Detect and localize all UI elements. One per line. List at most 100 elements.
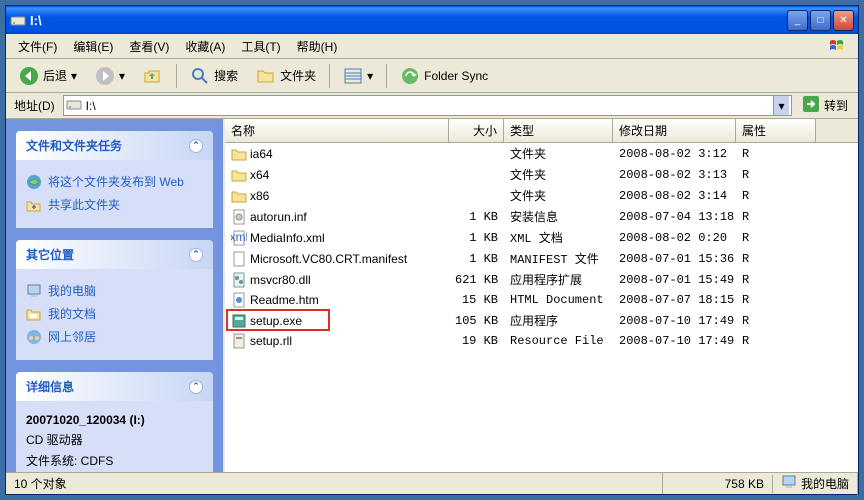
task-link[interactable]: 网上邻居 [26,325,203,348]
file-attr: R [736,167,816,183]
file-attr: R [736,313,816,329]
file-name: Microsoft.VC80.CRT.manifest [250,252,407,266]
network-icon [26,329,42,345]
back-label: 后退 [43,67,67,84]
file-attr: R [736,251,816,267]
foldersync-label: Folder Sync [424,69,488,83]
menu-file[interactable]: 文件(F) [10,36,65,57]
go-label: 转到 [824,97,848,114]
file-row[interactable]: msvcr80.dll621 KB应用程序扩展2008-07-01 15:49R [225,269,858,290]
file-row[interactable]: x64文件夹2008-08-02 3:13R [225,164,858,185]
separator [386,64,387,88]
up-icon [143,66,163,86]
task-link-text: 我的文档 [48,305,96,322]
file-attr: R [736,230,816,246]
docs-icon [26,306,42,322]
file-name: autorun.inf [250,210,307,224]
task-group-details: 详细信息 ⌃ 20071020_120034 (I:)CD 驱动器文件系统: C… [16,372,213,472]
column-headers: 名称 大小 类型 修改日期 属性 [225,119,858,143]
file-date: 2008-07-10 17:49 [613,333,736,349]
column-size[interactable]: 大小 [449,119,504,142]
maximize-button[interactable]: □ [810,10,831,31]
column-date[interactable]: 修改日期 [613,119,736,142]
task-link-text: 将这个文件夹发布到 Web [48,173,184,190]
close-button[interactable]: ✕ [833,10,854,31]
file-row[interactable]: xmlMediaInfo.xml1 KBXML 文档2008-08-02 0:2… [225,227,858,248]
file-attr: R [736,188,816,204]
task-link[interactable]: 共享此文件夹 [26,193,203,216]
forward-button[interactable]: ▾ [88,62,132,90]
file-row[interactable]: setup.rll19 KBResource File2008-07-10 17… [225,331,858,351]
chevron-up-icon: ⌃ [189,380,203,394]
file-size: 1 KB [449,251,504,267]
menu-tools[interactable]: 工具(T) [233,36,288,57]
file-type: 文件夹 [504,165,613,184]
file-row[interactable]: autorun.inf1 KB安装信息2008-07-04 13:18R [225,206,858,227]
titlebar[interactable]: I:\ _ □ ✕ [6,6,858,34]
file-date: 2008-07-01 15:36 [613,251,736,267]
file-row[interactable]: x86文件夹2008-08-02 3:14R [225,185,858,206]
folders-icon [256,66,276,86]
status-location: 我的电脑 [773,472,858,495]
task-link[interactable]: 我的文档 [26,302,203,325]
column-type[interactable]: 类型 [504,119,613,142]
search-label: 搜索 [214,67,238,84]
task-group-header[interactable]: 其它位置 ⌃ [16,240,213,269]
file-date: 2008-08-02 0:20 [613,230,736,246]
minimize-button[interactable]: _ [787,10,808,31]
file-name: setup.rll [250,334,292,348]
column-name[interactable]: 名称 [225,119,449,142]
file-list[interactable]: 名称 大小 类型 修改日期 属性 ia64文件夹2008-08-02 3:12R… [223,119,858,472]
chevron-up-icon: ⌃ [189,139,203,153]
detail-line: 20071020_120034 (I:) [26,411,203,429]
menu-help[interactable]: 帮助(H) [289,36,346,57]
foldersync-button[interactable]: Folder Sync [393,62,495,90]
menu-edit[interactable]: 编辑(E) [65,36,121,57]
file-name: setup.exe [250,314,302,328]
menu-favorites[interactable]: 收藏(A) [177,36,233,57]
menubar: 文件(F) 编辑(E) 查看(V) 收藏(A) 工具(T) 帮助(H) [6,34,858,59]
file-date: 2008-08-02 3:14 [613,188,736,204]
file-icon [231,272,247,288]
file-attr: R [736,292,816,308]
go-button[interactable]: 转到 [796,93,854,118]
file-size: 15 KB [449,292,504,308]
task-group-header[interactable]: 详细信息 ⌃ [16,372,213,401]
views-button[interactable]: ▾ [336,62,380,90]
up-button[interactable] [136,62,170,90]
go-icon [802,95,820,116]
back-button[interactable]: 后退 ▾ [12,62,84,90]
file-row[interactable]: setup.exe105 KB应用程序2008-07-10 17:49R [225,310,858,331]
address-input-container[interactable]: ▾ [63,95,792,116]
dropdown-icon: ▾ [119,69,125,83]
file-row[interactable]: ia64文件夹2008-08-02 3:12R [225,143,858,164]
file-row[interactable]: Readme.htm15 KBHTML Document2008-07-07 1… [225,290,858,310]
task-link[interactable]: 我的电脑 [26,279,203,302]
address-dropdown[interactable]: ▾ [773,96,789,115]
file-icon [231,333,247,349]
menu-view[interactable]: 查看(V) [121,36,177,57]
file-row[interactable]: Microsoft.VC80.CRT.manifest 1 KBMANIFEST … [225,248,858,269]
search-button[interactable]: 搜索 [183,62,245,90]
svg-text:xml: xml [231,230,247,244]
address-input[interactable] [86,99,769,113]
folders-button[interactable]: 文件夹 [249,62,323,90]
file-name: msvcr80.dll [250,273,311,287]
search-icon [190,66,210,86]
file-name: Readme.htm [250,293,319,307]
task-group-title: 文件和文件夹任务 [26,137,122,154]
views-icon [343,66,363,86]
task-link-text: 我的电脑 [48,282,96,299]
file-size [449,153,504,155]
statusbar: 10 个对象 758 KB 我的电脑 [6,472,858,494]
task-link[interactable]: 将这个文件夹发布到 Web [26,170,203,193]
task-group-header[interactable]: 文件和文件夹任务 ⌃ [16,131,213,160]
file-type: 文件夹 [504,144,613,163]
windows-logo-icon [824,36,854,56]
file-attr: R [736,272,816,288]
file-type: MANIFEST 文件 [504,249,613,268]
computer-icon [26,283,42,299]
separator [329,64,330,88]
file-size [449,174,504,176]
column-attr[interactable]: 属性 [736,119,816,142]
